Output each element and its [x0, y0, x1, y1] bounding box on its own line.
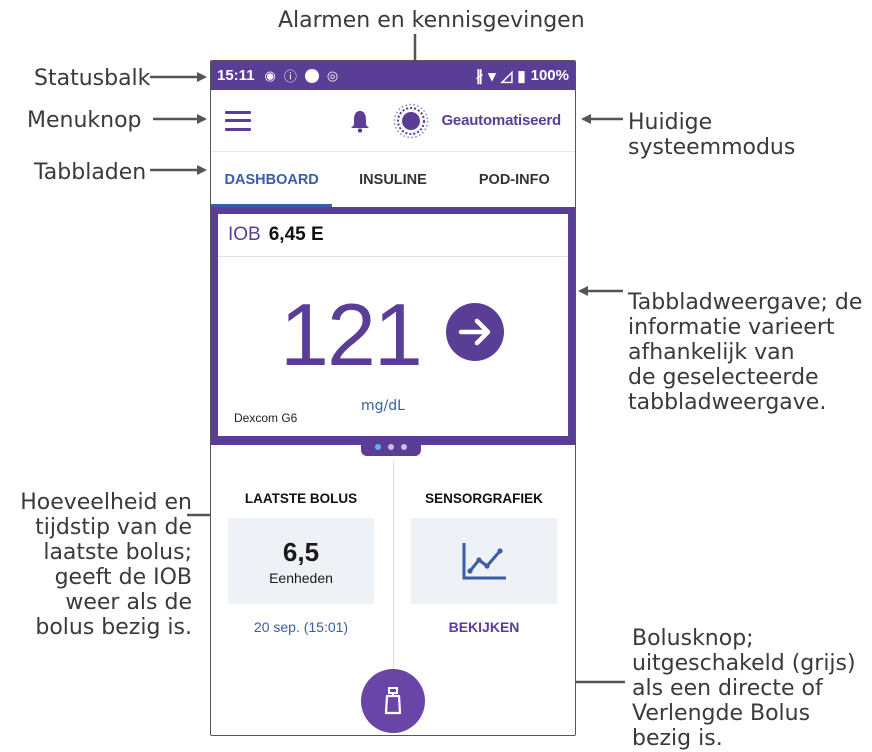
glucose-value: 121 — [280, 285, 423, 384]
callout-line: afhankelijk van — [628, 340, 795, 365]
tab-bar: DASHBOARD INSULINE POD-INFO — [211, 153, 575, 207]
iob-row: IOB 6,45 E — [218, 214, 568, 257]
callout-line: geeft de IOB — [54, 565, 192, 590]
callout-mode: Huidige systeemmodus — [628, 110, 795, 160]
status-system-icons: ∦ ▾ ◿ ▮ 100% — [476, 67, 569, 85]
last-bolus-card: 6,5 Eenheden — [228, 518, 374, 604]
callout-menu-button: Menuknop — [27, 108, 142, 133]
sensor-graph-icon — [462, 543, 506, 580]
sensor-graph-title: SENSORGRAFIEK — [425, 491, 543, 506]
callout-mode-line: systeemmodus — [628, 135, 796, 160]
record-icon — [304, 68, 319, 83]
callout-tabs: Tabbladen — [34, 160, 147, 185]
callout-line: weer als de — [65, 590, 192, 615]
app-bar: Geautomatiseerd — [211, 90, 575, 152]
callout-line: bezig is. — [632, 726, 723, 751]
last-bolus-amount: 6,5 — [282, 536, 320, 567]
last-bolus-time: 20 sep. (15:01) — [253, 619, 349, 635]
callout-line: tabbladweergave. — [628, 390, 827, 415]
page-dot — [401, 444, 407, 450]
info-icon: ⓘ — [283, 69, 297, 84]
tab-dashboard[interactable]: DASHBOARD — [211, 153, 333, 207]
menu-icon[interactable] — [225, 110, 251, 131]
sync-icon: ◎ — [326, 67, 339, 83]
signal-icon: ◿ — [500, 67, 513, 85]
iob-label: IOB — [228, 224, 261, 245]
notification-icon: ◉ — [264, 67, 276, 83]
phone-screen: 15:11 ◉ ⓘ ◎ ∦ ▾ ◿ ▮ 100% Geautomatiseerd… — [210, 60, 576, 736]
tab-view: IOB 6,45 E 121 mg/dL Dexcom G6 — [211, 207, 575, 445]
trend-arrow-right-icon — [446, 303, 504, 361]
page-dot-active — [375, 444, 381, 450]
wifi-icon: ▾ — [488, 67, 496, 85]
callout-line: Bolusknop; — [632, 626, 754, 651]
last-bolus-title: LAATSTE BOLUS — [244, 491, 358, 506]
panel-divider — [393, 461, 394, 671]
callout-mode-line: Huidige — [628, 110, 713, 135]
glucose-unit: mg/dL — [361, 398, 405, 414]
bolus-pod-icon — [384, 687, 402, 715]
sensor-view-link[interactable]: BEKIJKEN — [411, 619, 557, 635]
sensor-graph-card[interactable] — [411, 518, 557, 604]
bolus-button[interactable] — [361, 669, 425, 733]
callout-line: Hoeveelheid en — [20, 490, 192, 515]
callout-line: informatie varieert — [628, 315, 835, 340]
callout-tabview: Tabbladweergave; de informatie varieert … — [628, 290, 862, 415]
callout-alarms: Alarmen en kennisgevingen — [278, 8, 585, 33]
tab-insuline[interactable]: INSULINE — [332, 153, 453, 207]
battery-icon: ▮ — [517, 67, 526, 85]
status-bar: 15:11 ◉ ⓘ ◎ ∦ ▾ ◿ ▮ 100% — [211, 61, 575, 90]
bluetooth-icon: ∦ — [475, 67, 484, 85]
callout-statusbar: Statusbalk — [34, 66, 151, 91]
cgm-source: Dexcom G6 — [234, 411, 298, 425]
page-indicator[interactable] — [361, 438, 421, 456]
system-mode-label: Geautomatiseerd — [441, 112, 561, 129]
page-dot — [388, 444, 394, 450]
tab-pod-info[interactable]: POD-INFO — [454, 153, 575, 207]
callout-line: bolus bezig is. — [35, 615, 192, 640]
callout-line: Tabbladweergave; de — [628, 290, 863, 315]
callout-bolus-button: Bolusknop; uitgeschakeld (grijs) als een… — [632, 626, 856, 751]
automated-mode-icon[interactable] — [393, 103, 429, 139]
callout-line: als een directe of — [632, 676, 823, 701]
status-notification-icons: ◉ ⓘ ◎ — [265, 66, 339, 85]
callout-line: Verlengde Bolus — [632, 701, 811, 726]
tab-view-content: IOB 6,45 E 121 mg/dL Dexcom G6 — [218, 214, 568, 436]
callout-line: uitgeschakeld (grijs) — [632, 651, 856, 676]
status-time: 15:11 — [217, 67, 255, 84]
iob-value: 6,45 E — [268, 224, 324, 245]
last-bolus-unit: Eenheden — [269, 569, 333, 586]
battery-level: 100% — [530, 67, 569, 84]
callout-last-bolus: Hoeveelheid en tijdstip van de laatste b… — [20, 490, 192, 640]
callout-line: de geselecteerde — [628, 365, 819, 390]
callout-line: laatste bolus; — [43, 540, 192, 565]
callout-line: tijdstip van de — [35, 515, 192, 540]
bell-icon[interactable] — [349, 109, 371, 133]
